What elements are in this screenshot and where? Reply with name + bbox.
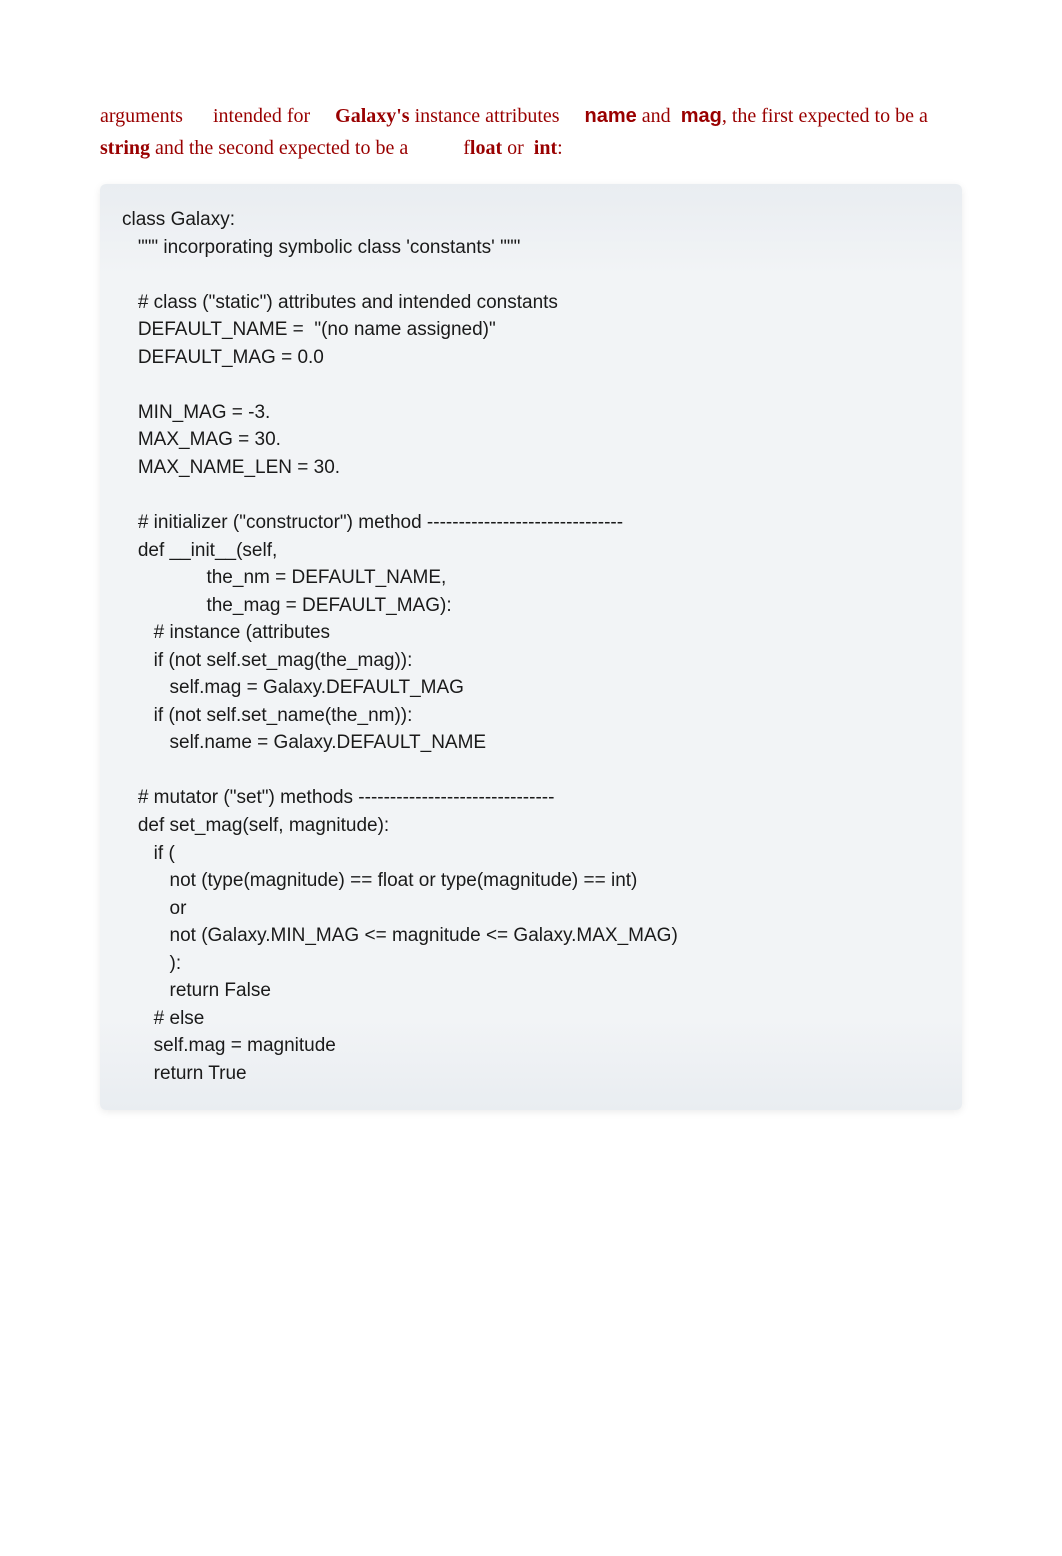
float-prefix: f [463, 137, 470, 159]
string-type: string [100, 137, 150, 159]
name-attr: name [585, 105, 637, 127]
galaxy-class-name: Galaxy's [335, 105, 409, 127]
intro-text: or [502, 137, 529, 159]
intro-text: arguments [100, 105, 183, 127]
int-type: int [534, 137, 557, 159]
intro-text: and [637, 105, 676, 127]
code-block: class Galaxy: """ incorporating symbolic… [100, 184, 962, 1110]
float-type: loat [470, 137, 502, 159]
intro-text: , the first expected to be a [722, 105, 928, 127]
intro-text: : [557, 137, 563, 159]
intro-paragraph: arguments intended for Galaxy's instance… [100, 100, 962, 164]
mag-attr: mag [681, 105, 722, 127]
intro-text: intended for [213, 105, 315, 127]
intro-text: and the second expected to be a [150, 137, 413, 159]
intro-text: instance attributes [410, 105, 565, 127]
